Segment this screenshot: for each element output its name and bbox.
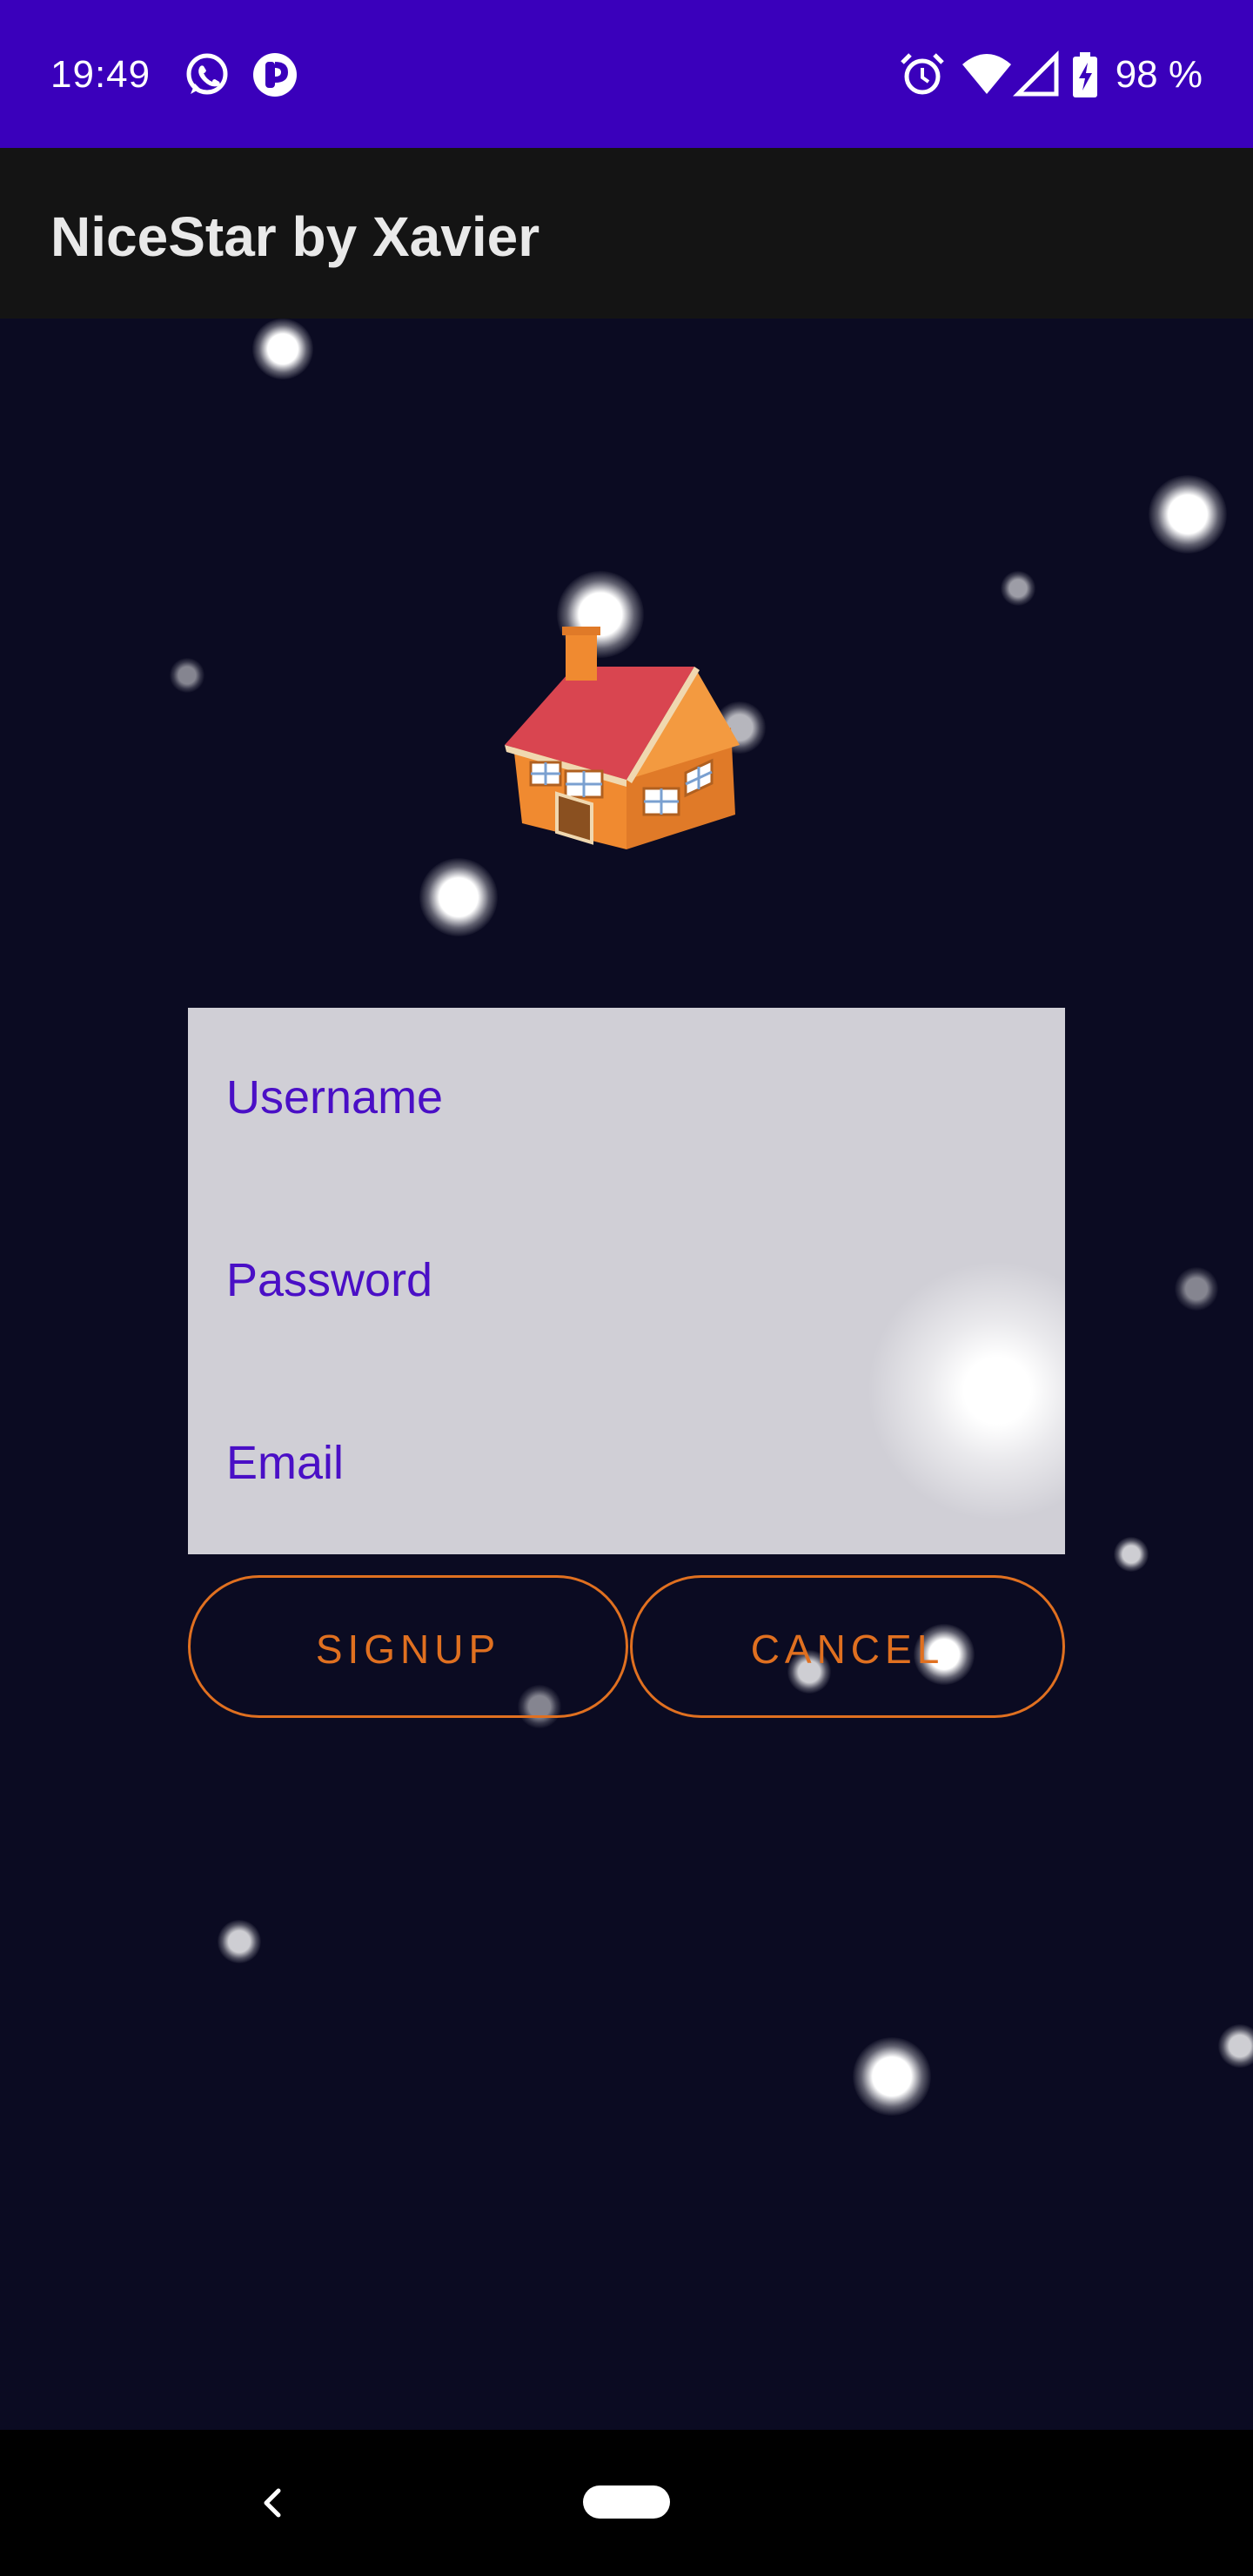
star: [252, 319, 313, 379]
star: [1175, 1267, 1218, 1311]
status-bar: 19:49 98 %: [0, 0, 1253, 148]
star: [170, 658, 204, 693]
home-pill-icon[interactable]: [583, 2485, 670, 2519]
star: [218, 1920, 261, 1963]
house-icon: [505, 627, 740, 849]
star: [1001, 571, 1035, 606]
password-input[interactable]: [224, 1227, 1029, 1333]
alarm-icon: [901, 53, 944, 95]
username-input[interactable]: [224, 1044, 1029, 1150]
wifi-icon: [962, 54, 1011, 94]
email-input[interactable]: [224, 1410, 1029, 1516]
navigation-bar: [0, 2430, 1253, 2576]
battery-percentage: 98 %: [1115, 53, 1203, 96]
signup-button[interactable]: SIGNUP: [188, 1575, 628, 1718]
whatsapp-icon: [186, 53, 228, 95]
back-icon[interactable]: [254, 2479, 289, 2527]
star: [1218, 2024, 1253, 2068]
app-bar: NiceStar by Xavier: [0, 148, 1253, 319]
status-time: 19:49: [50, 53, 151, 96]
star: [1114, 1537, 1149, 1572]
star: [853, 2037, 931, 2116]
app-title: NiceStar by Xavier: [50, 205, 540, 268]
star: [419, 858, 498, 936]
notification-app-icon: [253, 53, 297, 97]
signal-icon: [1013, 50, 1059, 97]
star: [1149, 475, 1227, 553]
cancel-button[interactable]: CANCEL: [630, 1575, 1065, 1718]
signup-form: [188, 1008, 1065, 1554]
battery-charging-icon: [1073, 52, 1097, 97]
